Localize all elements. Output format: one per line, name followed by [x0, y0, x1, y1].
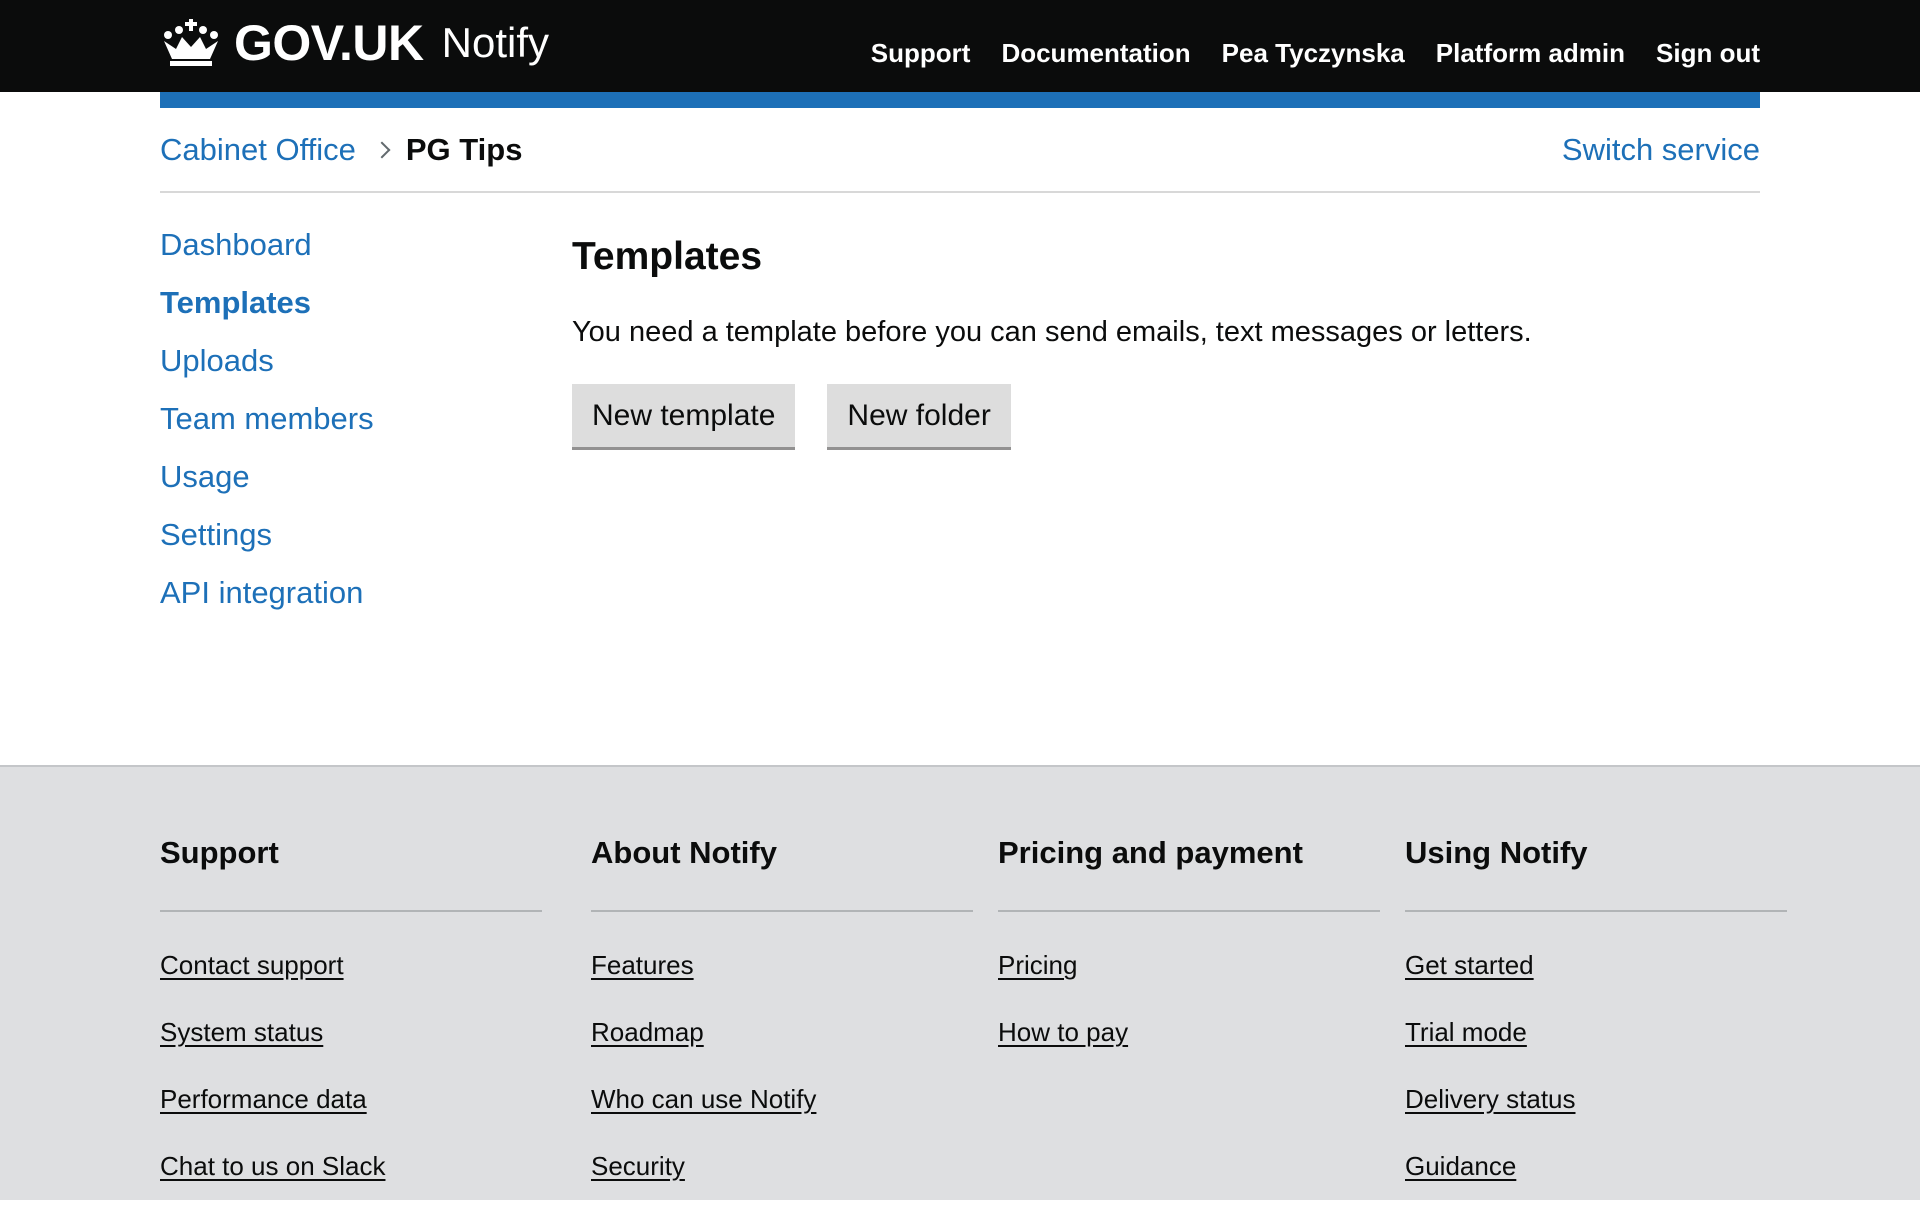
footer-link-pricing[interactable]: Pricing	[998, 950, 1077, 980]
footer-link-chat-to-us-on-slack[interactable]: Chat to us on Slack	[160, 1151, 385, 1181]
footer-link-item: Delivery status	[1405, 1084, 1787, 1151]
footer-link-features[interactable]: Features	[591, 950, 694, 980]
footer-column-heading: Support	[160, 767, 542, 912]
footer-link-get-started[interactable]: Get started	[1405, 950, 1534, 980]
footer-link-who-can-use-notify[interactable]: Who can use Notify	[591, 1084, 816, 1114]
govuk-wordmark: GOV.UK	[234, 14, 424, 72]
footer-link-item: Performance data	[160, 1084, 542, 1151]
footer-link-roadmap[interactable]: Roadmap	[591, 1017, 704, 1047]
sidenav-item-dashboard[interactable]: Dashboard	[160, 222, 540, 280]
footer-column-heading: Using Notify	[1405, 767, 1787, 912]
new-folder-button[interactable]: New folder	[827, 384, 1010, 447]
footer-column: About Notify Features Roadmap Who can use N…	[591, 767, 973, 1218]
nav-support[interactable]: Support	[871, 38, 971, 69]
footer-link-item: Chat to us on Slack	[160, 1151, 542, 1218]
footer-link-item: How to pay	[998, 1017, 1380, 1084]
page-title: Templates	[572, 232, 1760, 282]
footer-link-contact-support[interactable]: Contact support	[160, 950, 344, 980]
footer-link-item: Security	[591, 1151, 973, 1218]
breadcrumb-current-service: PG Tips	[406, 132, 523, 168]
footer-link-guidance[interactable]: Guidance	[1405, 1151, 1516, 1181]
footer-column-heading: About Notify	[591, 767, 973, 912]
template-actions: New template New folder	[572, 384, 1760, 447]
intro-text: You need a template before you can send …	[572, 312, 1760, 352]
footer-link-list: Features Roadmap Who can use Notify Securit…	[591, 912, 973, 1218]
switch-service-link[interactable]: Switch service	[1562, 132, 1760, 168]
nav-platform-admin[interactable]: Platform admin	[1436, 38, 1625, 69]
footer-column: Using Notify Get started Trial mode Deliver…	[1405, 767, 1787, 1218]
sidenav-item-usage[interactable]: Usage	[160, 454, 540, 512]
footer-link-delivery-status[interactable]: Delivery status	[1405, 1084, 1576, 1114]
footer-link-item: Features	[591, 950, 973, 1017]
sidenav-item-api-integration[interactable]: API integration	[160, 570, 540, 628]
footer-link-item: Pricing	[998, 950, 1380, 1017]
site-header: GOV.UK Notify Support Documentation Pea Ty…	[0, 0, 1920, 92]
service-navigation-row: Cabinet Office PG Tips Switch service	[160, 108, 1760, 193]
header-accent-bar	[160, 92, 1760, 108]
footer-column: Support Contact support System status Perfo…	[160, 767, 542, 1218]
sidenav-item-settings[interactable]: Settings	[160, 512, 540, 570]
breadcrumb-organisation-link[interactable]: Cabinet Office	[160, 132, 356, 168]
header-navigation: Support Documentation Pea Tyczynska Platfor…	[840, 38, 1760, 69]
nav-sign-out[interactable]: Sign out	[1656, 38, 1760, 69]
sidenav-item-templates[interactable]: Templates	[160, 280, 540, 338]
footer-link-item: Contact support	[160, 950, 542, 1017]
footer-link-item: Get started	[1405, 950, 1787, 1017]
footer-column-heading: Pricing and payment	[998, 767, 1380, 912]
footer-link-list: Get started Trial mode Delivery status Guid…	[1405, 912, 1787, 1218]
nav-user-profile[interactable]: Pea Tyczynska	[1222, 38, 1405, 69]
breadcrumb: Cabinet Office PG Tips	[160, 132, 522, 168]
product-name: Notify	[442, 19, 549, 67]
side-navigation: DashboardTemplatesUploadsTeam membersUsa…	[160, 222, 540, 628]
footer-link-item: Who can use Notify	[591, 1084, 973, 1151]
footer-link-item: System status	[160, 1017, 542, 1084]
footer-link-security[interactable]: Security	[591, 1151, 685, 1181]
sidenav-item-team-members[interactable]: Team members	[160, 396, 540, 454]
footer-link-how-to-pay[interactable]: How to pay	[998, 1017, 1128, 1047]
footer-link-item: Guidance	[1405, 1151, 1787, 1218]
chevron-right-icon	[373, 142, 390, 159]
footer-column: Pricing and payment Pricing How to pay	[998, 767, 1380, 1084]
nav-documentation[interactable]: Documentation	[1001, 38, 1190, 69]
footer-link-list: Contact support System status Performance …	[160, 912, 542, 1218]
footer-link-item: Roadmap	[591, 1017, 973, 1084]
footer-link-system-status[interactable]: System status	[160, 1017, 323, 1047]
footer-link-performance-data[interactable]: Performance data	[160, 1084, 367, 1114]
crown-icon	[160, 19, 222, 67]
footer-link-item: Trial mode	[1405, 1017, 1787, 1084]
new-template-button[interactable]: New template	[572, 384, 795, 447]
site-footer: Support Contact support System status Perfo…	[0, 765, 1920, 1200]
footer-link-list: Pricing How to pay	[998, 912, 1380, 1084]
govuk-notify-logo[interactable]: GOV.UK Notify	[160, 14, 549, 72]
footer-link-trial-mode[interactable]: Trial mode	[1405, 1017, 1527, 1047]
sidenav-item-uploads[interactable]: Uploads	[160, 338, 540, 396]
main-content: Templates You need a template before you…	[572, 232, 1760, 447]
